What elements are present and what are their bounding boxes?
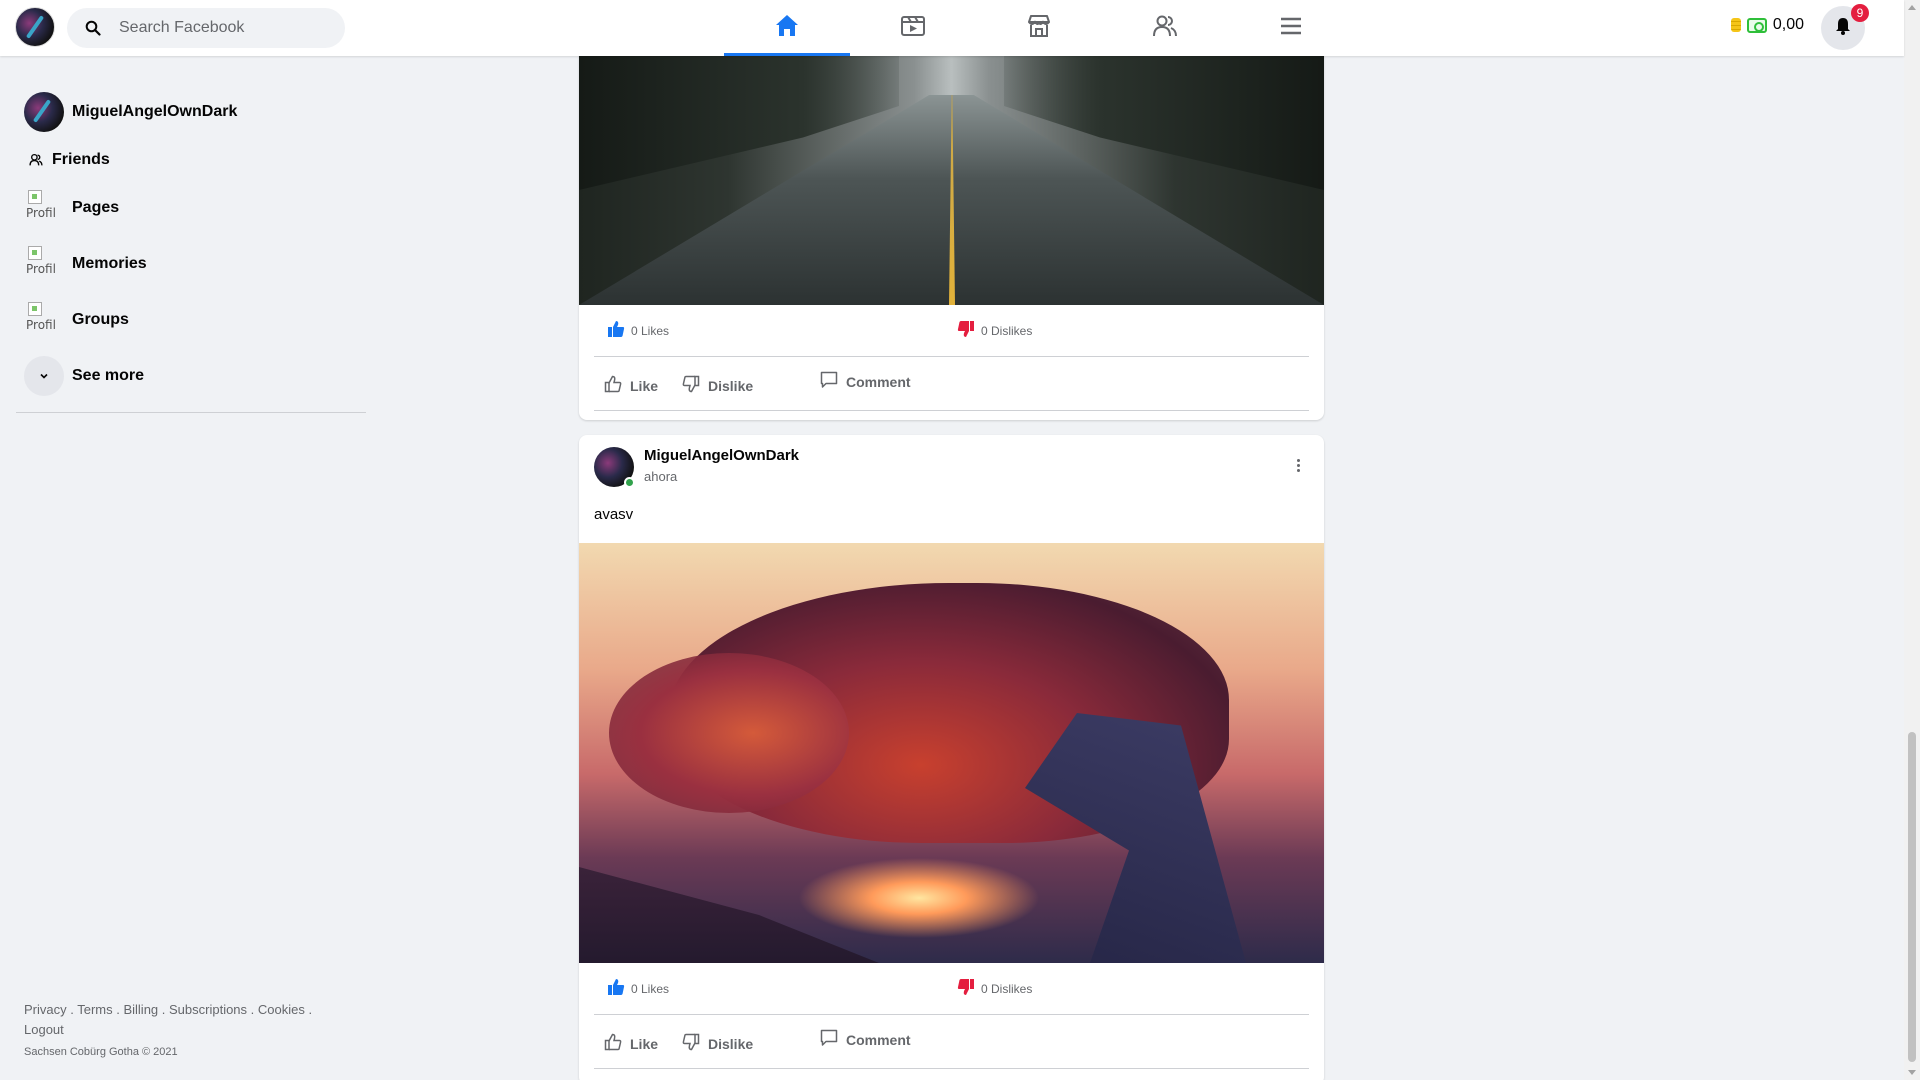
thumbs-down-filled-icon (957, 978, 975, 999)
post-actions: Like Dislike Comment (594, 1015, 1309, 1069)
sidebar-item-label: Memories (72, 255, 147, 272)
wallet-balance[interactable]: 0,00 (1730, 16, 1804, 34)
search-input[interactable] (119, 19, 339, 37)
home-icon (774, 13, 800, 44)
scrollbar-thumb[interactable] (1908, 732, 1916, 1062)
footer-link-logout[interactable]: Logout (24, 1022, 64, 1037)
scroll-down-arrow-icon[interactable] (1908, 1070, 1916, 1075)
bell-icon (1833, 16, 1853, 41)
search-box[interactable] (67, 8, 345, 48)
friends-icon (24, 140, 48, 180)
sidebar-item-label: Groups (72, 311, 129, 328)
wallet-amount: 0,00 (1772, 16, 1804, 33)
cash-icon (1746, 17, 1767, 33)
dislikes-count[interactable]: 0 Dislikes (957, 320, 1032, 341)
thumbs-down-icon (682, 375, 700, 396)
sidebar-divider (16, 412, 366, 413)
scroll-up-arrow-icon[interactable] (1908, 5, 1916, 10)
notifications-button[interactable]: 9 (1821, 4, 1869, 50)
comment-icon (820, 371, 838, 392)
friends-icon (1152, 13, 1178, 44)
search-icon (73, 20, 113, 36)
footer-link-cookies[interactable]: Cookies (258, 1002, 305, 1017)
thumbs-up-filled-icon (607, 978, 625, 999)
like-button[interactable]: Like (604, 1033, 658, 1054)
like-button[interactable]: Like (604, 375, 658, 396)
footer: Privacy . Terms . Billing . Subscription… (24, 1000, 344, 1062)
thumbs-down-filled-icon (957, 320, 975, 341)
more-options-icon[interactable] (1288, 455, 1308, 475)
notification-badge: 9 (1851, 4, 1869, 22)
tab-menu[interactable] (1228, 0, 1354, 56)
feed-post: 0 Likes 0 Dislikes Like Dislike Comment (579, 0, 1324, 420)
comment-button[interactable]: Comment (820, 371, 911, 392)
main-nav-tabs (724, 0, 1354, 56)
post-text: avasv (594, 506, 634, 523)
sidebar-item-memories[interactable]: Profil Memories (16, 236, 366, 292)
post-image[interactable] (579, 543, 1324, 963)
online-status-dot (624, 477, 635, 488)
thumbs-up-icon (604, 1033, 622, 1054)
sidebar-item-label: Pages (72, 199, 120, 216)
dislike-button[interactable]: Dislike (682, 375, 753, 396)
video-icon (900, 13, 926, 44)
coins-icon (1730, 18, 1741, 32)
see-more-button[interactable]: See more (16, 348, 366, 404)
post-timestamp[interactable]: ahora (644, 469, 799, 484)
avatar (24, 92, 64, 132)
top-navigation-bar: 0,00 9 (0, 0, 1904, 56)
tab-friends[interactable] (1102, 0, 1228, 56)
thumbs-down-icon (682, 1033, 700, 1054)
footer-link-subscriptions[interactable]: Subscriptions (169, 1002, 247, 1017)
post-stats: 0 Likes 0 Dislikes (594, 963, 1309, 1015)
comment-button[interactable]: Comment (820, 1029, 911, 1050)
post-author[interactable]: MiguelAngelOwnDark (644, 447, 799, 464)
dislike-button[interactable]: Dislike (682, 1033, 753, 1054)
left-sidebar: MiguelAngelOwnDark Friends Profil Pages … (16, 84, 366, 413)
feed-post: MiguelAngelOwnDark ahora avasv 0 Likes 0… (579, 435, 1324, 1080)
sidebar-item-profile[interactable]: MiguelAngelOwnDark (16, 84, 366, 140)
broken-image-icon: Profil (24, 244, 64, 284)
broken-image-icon: Profil (24, 300, 64, 340)
comment-icon (820, 1029, 838, 1050)
likes-count[interactable]: 0 Likes (607, 320, 957, 341)
likes-count[interactable]: 0 Likes (607, 978, 957, 999)
footer-link-terms[interactable]: Terms (77, 1002, 112, 1017)
avatar[interactable] (594, 447, 635, 488)
sidebar-item-label: MiguelAngelOwnDark (72, 103, 238, 120)
profile-avatar-logo[interactable] (15, 7, 55, 47)
sidebar-item-groups[interactable]: Profil Groups (16, 292, 366, 348)
chevron-down-icon (24, 356, 64, 396)
sidebar-item-label: See more (72, 367, 145, 384)
dislikes-count[interactable]: 0 Dislikes (957, 978, 1032, 999)
broken-image-icon: Profil (24, 188, 64, 228)
page-scrollbar[interactable] (1904, 0, 1920, 1080)
hamburger-menu-icon (1278, 13, 1304, 44)
tab-marketplace[interactable] (976, 0, 1102, 56)
copyright-text: Sachsen Cobürg Gotha © 2021 (24, 1046, 178, 1058)
post-stats: 0 Likes 0 Dislikes (594, 305, 1309, 357)
thumbs-up-icon (604, 375, 622, 396)
footer-link-billing[interactable]: Billing (123, 1002, 158, 1017)
sidebar-item-friends[interactable]: Friends (16, 140, 366, 180)
sidebar-item-pages[interactable]: Profil Pages (16, 180, 366, 236)
footer-links: Privacy . Terms . Billing . Subscription… (24, 1002, 313, 1037)
thumbs-up-filled-icon (607, 320, 625, 341)
tab-home[interactable] (724, 0, 850, 56)
store-icon (1026, 13, 1052, 44)
sidebar-item-label: Friends (52, 151, 110, 168)
post-header: MiguelAngelOwnDark ahora (579, 435, 1324, 503)
footer-link-privacy[interactable]: Privacy (24, 1002, 67, 1017)
post-actions: Like Dislike Comment (594, 357, 1309, 411)
tab-watch[interactable] (850, 0, 976, 56)
